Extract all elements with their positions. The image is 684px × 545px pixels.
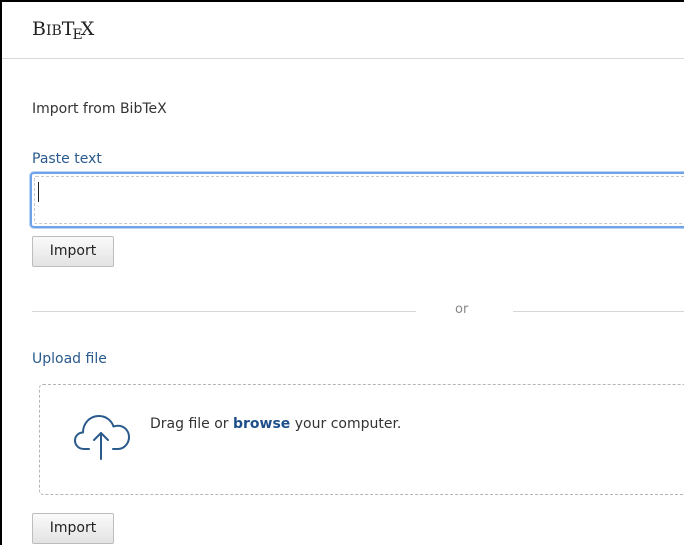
bibtex-import-panel: BIBTEX Import from BibTeX Paste text Imp… bbox=[0, 0, 684, 545]
browse-link[interactable]: browse bbox=[233, 416, 290, 432]
upload-file-label: Upload file bbox=[32, 351, 107, 367]
import-upload-button[interactable]: Import bbox=[32, 513, 114, 544]
divider-line-right bbox=[513, 311, 684, 312]
text-caret bbox=[38, 182, 39, 202]
page-title: Import from BibTeX bbox=[32, 101, 167, 117]
file-dropzone[interactable] bbox=[39, 384, 684, 495]
bibtex-logo: BIBTEX bbox=[32, 18, 95, 43]
dropzone-instructions: Drag file or browse your computer. bbox=[150, 416, 402, 432]
import-paste-button[interactable]: Import bbox=[32, 236, 114, 267]
divider-line-left bbox=[32, 311, 416, 312]
paste-text-input[interactable] bbox=[30, 172, 684, 228]
paste-input-inner-border bbox=[34, 176, 684, 224]
paste-text-label: Paste text bbox=[32, 151, 102, 167]
panel-header: BIBTEX bbox=[2, 2, 684, 59]
cloud-upload-icon bbox=[74, 415, 130, 460]
divider-or-text: or bbox=[455, 302, 469, 317]
